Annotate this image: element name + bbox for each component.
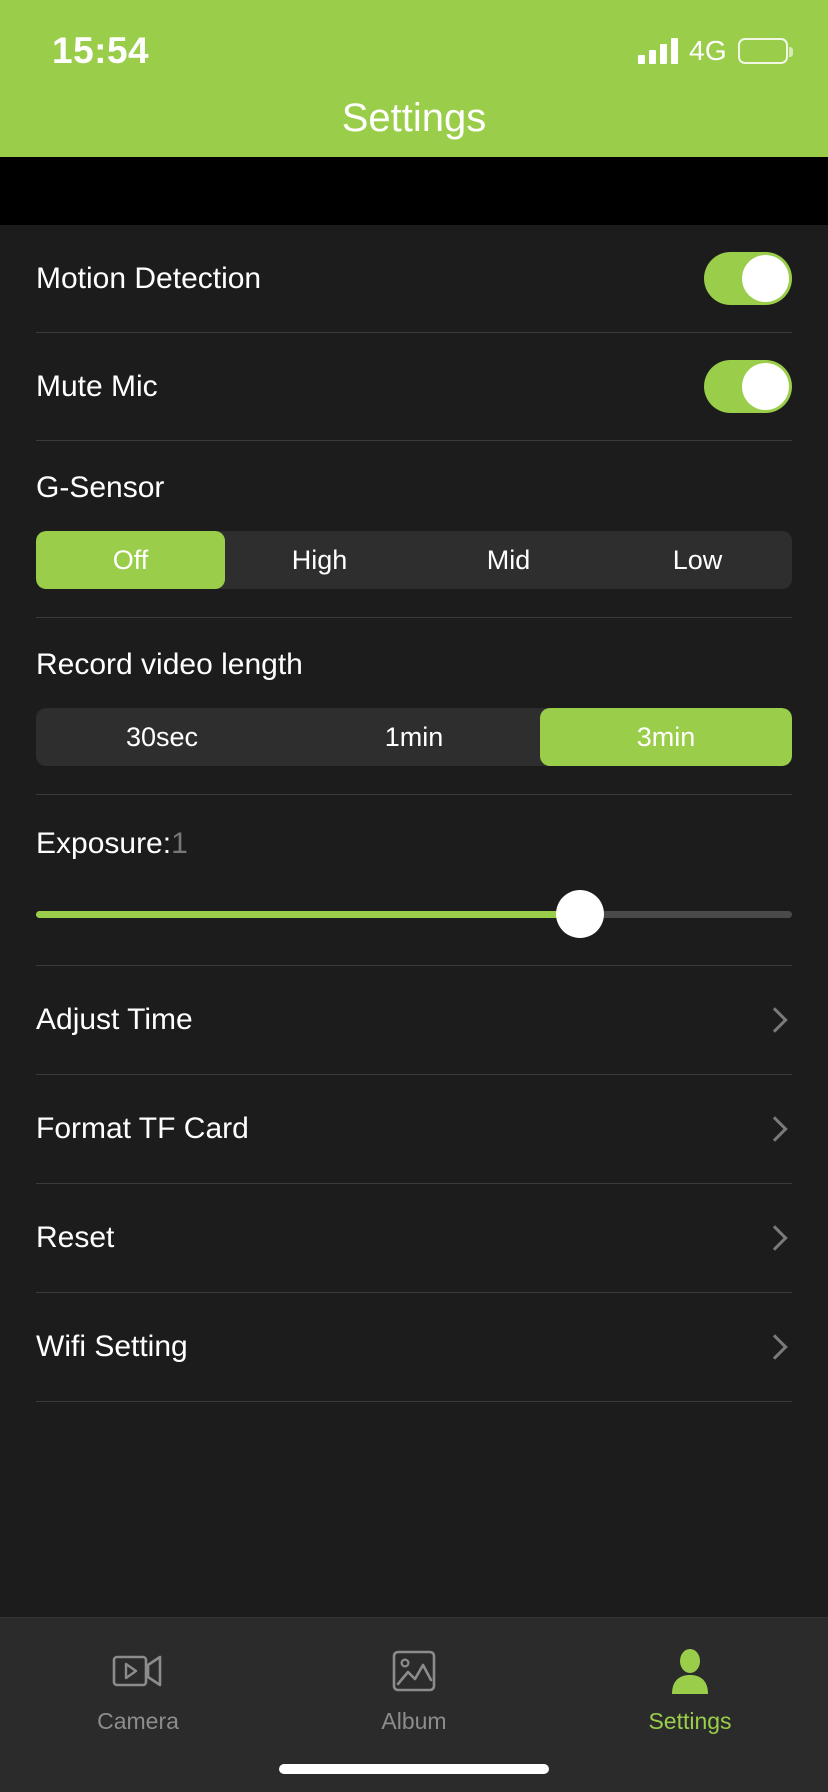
- setting-row-record-video-length: Record video length 30sec 1min 3min: [0, 618, 828, 795]
- slider-track-fill: [36, 910, 581, 918]
- settings-list: Motion Detection Mute Mic G-Sensor Off H…: [0, 225, 828, 1417]
- battery-icon: [738, 38, 793, 64]
- setting-label-mute-mic: Mute Mic: [36, 369, 158, 403]
- status-bar-indicators: 4G: [638, 35, 793, 67]
- setting-row-wifi-setting[interactable]: Wifi Setting: [0, 1293, 828, 1402]
- tab-label-camera: Camera: [97, 1708, 179, 1734]
- app-header: 15:54 4G Settings: [0, 0, 828, 157]
- segment-record-3min[interactable]: 3min: [540, 708, 792, 766]
- status-bar-clock: 15:54: [52, 30, 150, 71]
- toggle-motion-detection[interactable]: [704, 252, 792, 305]
- segment-g-sensor-high[interactable]: High: [225, 531, 414, 589]
- segment-g-sensor-mid[interactable]: Mid: [414, 531, 603, 589]
- chevron-right-icon: [762, 1007, 788, 1033]
- setting-label-g-sensor: G-Sensor: [36, 471, 165, 504]
- chevron-right-icon: [762, 1225, 788, 1251]
- toggle-knob: [742, 363, 789, 410]
- segment-record-1min[interactable]: 1min: [288, 708, 540, 766]
- segment-g-sensor-off[interactable]: Off: [36, 531, 225, 589]
- exposure-value: 1: [171, 827, 188, 860]
- segmented-control-record-video-length[interactable]: 30sec 1min 3min: [36, 708, 792, 766]
- header-black-strip: [0, 157, 828, 225]
- tab-label-settings: Settings: [648, 1708, 732, 1734]
- exposure-label-text: Exposure:: [36, 827, 172, 860]
- setting-label-format-tf-card: Format TF Card: [36, 1112, 249, 1145]
- chevron-right-icon: [762, 1334, 788, 1360]
- tab-camera[interactable]: Camera: [0, 1644, 276, 1792]
- photo-image-icon: [391, 1644, 437, 1698]
- setting-label-wifi-setting: Wifi Setting: [36, 1330, 188, 1363]
- chevron-right-icon: [762, 1116, 788, 1142]
- network-type-label: 4G: [689, 35, 727, 66]
- signal-bars-icon: [638, 37, 679, 64]
- toggle-mute-mic[interactable]: [704, 360, 792, 413]
- setting-row-adjust-time[interactable]: Adjust Time: [0, 966, 828, 1075]
- exposure-slider[interactable]: [36, 890, 792, 938]
- setting-row-exposure: Exposure:1: [0, 795, 828, 966]
- setting-label-reset: Reset: [36, 1221, 115, 1254]
- setting-label-motion-detection: Motion Detection: [36, 261, 262, 295]
- setting-row-format-tf-card[interactable]: Format TF Card: [0, 1075, 828, 1184]
- toggle-knob: [742, 255, 789, 302]
- video-camera-icon: [112, 1644, 164, 1698]
- setting-label-adjust-time: Adjust Time: [36, 1003, 193, 1036]
- setting-label-record-video-length: Record video length: [36, 648, 303, 681]
- setting-row-motion-detection[interactable]: Motion Detection: [0, 225, 828, 333]
- slider-thumb[interactable]: [556, 890, 605, 938]
- status-bar: 15:54 4G: [0, 0, 828, 72]
- segmented-control-g-sensor[interactable]: Off High Mid Low: [36, 531, 792, 589]
- tab-label-album: Album: [381, 1708, 447, 1734]
- segment-record-30sec[interactable]: 30sec: [36, 708, 288, 766]
- tab-settings[interactable]: Settings: [552, 1644, 828, 1792]
- page-title: Settings: [341, 96, 487, 140]
- home-indicator: [279, 1764, 549, 1774]
- setting-row-reset[interactable]: Reset: [0, 1184, 828, 1293]
- setting-row-mute-mic[interactable]: Mute Mic: [0, 333, 828, 441]
- segment-g-sensor-low[interactable]: Low: [603, 531, 792, 589]
- setting-label-exposure: Exposure:1: [36, 827, 792, 861]
- person-icon: [668, 1644, 712, 1698]
- setting-row-g-sensor: G-Sensor Off High Mid Low: [0, 441, 828, 618]
- bottom-tab-bar: Camera Album Settings: [0, 1617, 828, 1792]
